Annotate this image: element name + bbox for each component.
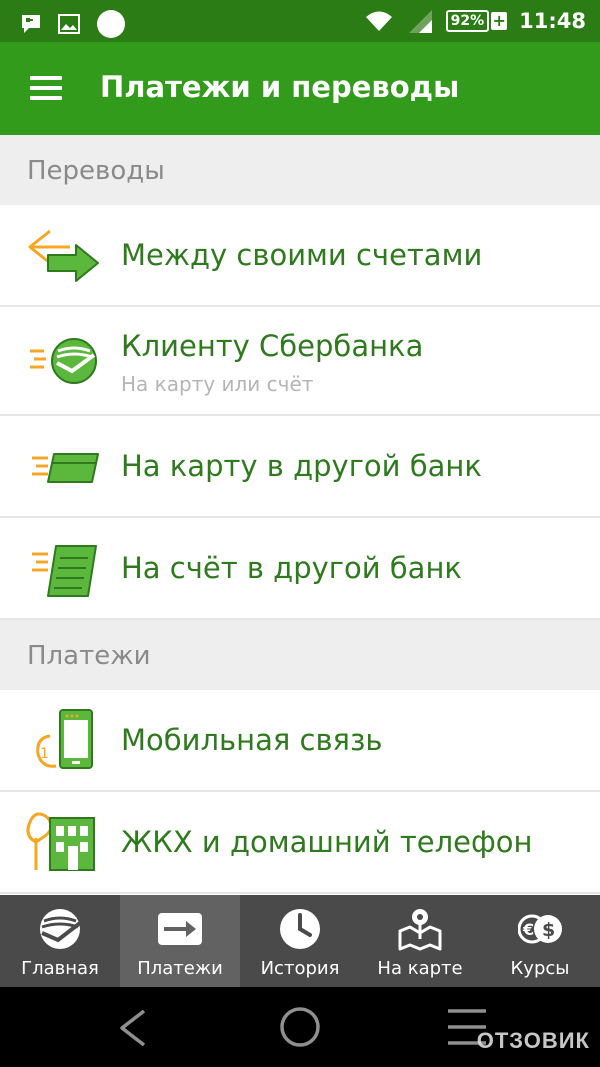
battery-charging-indicator: + — [491, 11, 508, 30]
page-title: Платежи и переводы — [100, 70, 460, 104]
tab-label: Платежи — [137, 958, 223, 979]
document-icon — [32, 545, 97, 597]
tab-payments[interactable]: Платежи — [120, 895, 240, 987]
content-list[interactable]: Переводы Между своими счетами Клиенту Сб… — [0, 135, 600, 895]
currency-icon: € $ — [518, 914, 562, 944]
svg-text:$: $ — [542, 919, 555, 941]
list-item-label: На карту в другой банк — [121, 449, 482, 483]
list-item-utilities[interactable]: ЖКХ и домашний телефон — [0, 792, 600, 894]
circle-icon — [97, 10, 125, 38]
list-item-label: Между своими счетами — [121, 238, 483, 272]
tab-map[interactable]: На карте — [360, 895, 480, 987]
list-item-label: Мобильная связь — [121, 723, 383, 757]
list-item-mobile[interactable]: 1 Мобильная связь — [0, 690, 600, 792]
wifi-icon — [365, 11, 392, 31]
clock-icon — [280, 909, 320, 949]
section-header-transfers: Переводы — [0, 135, 600, 205]
hamburger-icon[interactable] — [30, 76, 62, 100]
list-item-label: Клиенту Сбербанка — [121, 329, 424, 363]
tab-label: История — [260, 958, 340, 979]
tab-rates[interactable]: € $ Курсы — [480, 895, 600, 987]
map-pin-icon — [398, 909, 442, 951]
card-icon — [32, 453, 99, 483]
bottom-tab-bar: Главная Платежи История На карте € $ Кур… — [0, 895, 600, 987]
mobile-phone-icon: 1 — [36, 709, 93, 769]
sberbank-logo-icon — [30, 338, 97, 384]
svg-text:€: € — [522, 920, 534, 939]
back-icon[interactable] — [116, 1009, 150, 1047]
list-item-label: ЖКХ и домашний телефон — [121, 825, 533, 859]
watermark-logo: ОТЗОВИК — [476, 1028, 590, 1053]
list-item-card-other-bank[interactable]: На карту в другой банк — [0, 416, 600, 518]
section-header-payments: Платежи — [0, 620, 600, 690]
home-icon[interactable] — [279, 1006, 321, 1048]
image-icon — [58, 14, 80, 34]
house-building-icon — [26, 812, 95, 871]
battery-level: 92% — [445, 10, 490, 32]
list-item-sublabel: На карту или счёт — [121, 372, 314, 396]
tab-label: На карте — [377, 958, 463, 979]
tab-label: Курсы — [510, 958, 570, 979]
list-item-own-accounts[interactable]: Между своими счетами — [0, 205, 600, 307]
app-bar: Платежи и переводы — [0, 42, 600, 135]
list-item-sber-client[interactable]: Клиенту Сбербанка На карту или счёт — [0, 307, 600, 416]
system-nav-bar — [0, 987, 600, 1067]
tab-label: Главная — [21, 958, 99, 979]
status-bar: 92% + 11:48 — [0, 0, 600, 42]
sberbank-logo-icon — [40, 909, 82, 949]
list-item-label: На счёт в другой банк — [121, 551, 462, 585]
battery-icon: 92% + — [445, 10, 508, 32]
svg-text:1: 1 — [40, 746, 49, 762]
clock: 11:48 — [519, 9, 586, 33]
payments-icon — [158, 913, 202, 945]
tab-history[interactable]: История — [240, 895, 360, 987]
message-icon — [22, 15, 40, 33]
signal-icon — [408, 10, 432, 33]
tab-home[interactable]: Главная — [0, 895, 120, 987]
transfer-arrows-icon — [28, 229, 99, 282]
list-item-account-other-bank[interactable]: На счёт в другой банк — [0, 518, 600, 620]
